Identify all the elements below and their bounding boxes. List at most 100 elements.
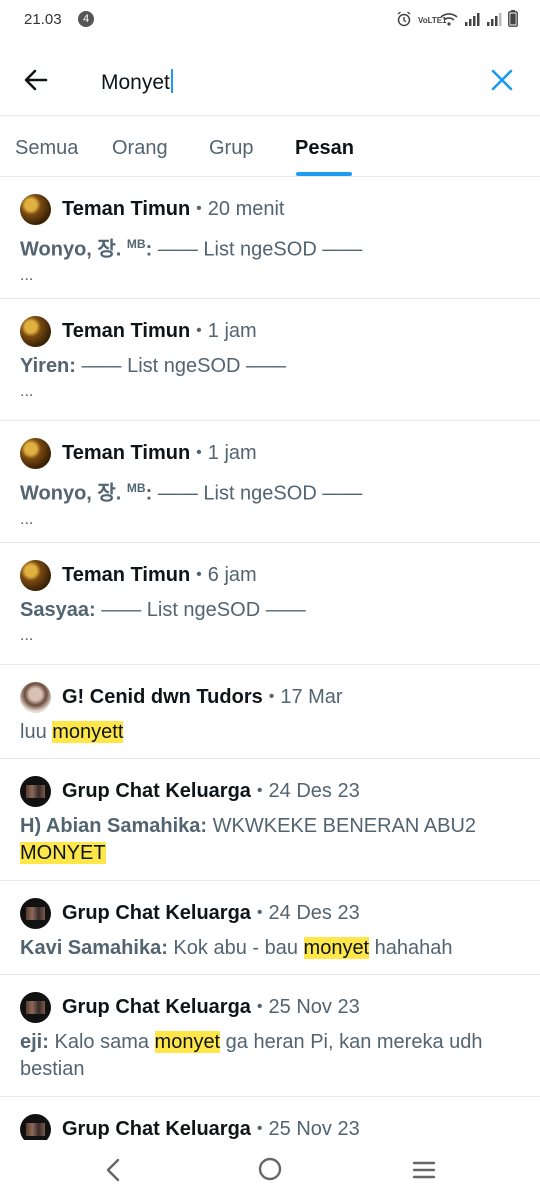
- battery-icon: [508, 10, 518, 32]
- group-avatar: [20, 193, 51, 225]
- sender-name: Kavi Samahika: [20, 937, 162, 959]
- sender-tag: MB: [126, 237, 146, 251]
- search-highlight: MONYET: [20, 842, 106, 864]
- tab-pesan[interactable]: Pesan: [295, 137, 354, 160]
- separator-dot: •: [256, 782, 263, 799]
- separator-dot: •: [256, 904, 263, 921]
- message-result-item[interactable]: G! Cenid dwn Tudors • 17 Mar luu monyett: [0, 665, 540, 759]
- back-button[interactable]: [20, 64, 52, 96]
- sender-name: Yiren: [20, 355, 70, 377]
- group-avatar: [20, 315, 51, 347]
- message-more: ...: [20, 627, 34, 644]
- message-text: WKWKEKE BENERAN ABU2: [207, 815, 477, 837]
- message-time: 20 menit: [207, 197, 285, 220]
- sender-colon: :: [42, 1031, 49, 1053]
- message-result-item[interactable]: Teman Timun • 1 jam Yiren: —— List ngeSO…: [0, 299, 540, 421]
- active-tab-indicator: [296, 172, 352, 176]
- sender-name: Wonyo, 장.: [20, 482, 122, 505]
- sender-colon: :: [88, 599, 96, 621]
- message-time: 24 Des 23: [268, 779, 360, 802]
- group-name: Teman Timun: [62, 441, 191, 464]
- group-avatar: [20, 897, 51, 929]
- message-text: —— List ngeSOD ——: [95, 599, 306, 621]
- group-name: Grup Chat Keluarga: [62, 995, 251, 1018]
- tab-semua[interactable]: Semua: [15, 137, 78, 160]
- clear-search-button[interactable]: [488, 66, 516, 94]
- message-snippet: Kavi Samahika: Kok abu - bau monyet haha…: [20, 935, 520, 962]
- status-time: 21.03: [24, 11, 62, 28]
- message-snippet: eji: Kalo sama monyet ga heran Pi, kan m…: [20, 1029, 520, 1083]
- wifi-icon: [440, 12, 458, 31]
- separator-dot: •: [196, 566, 202, 583]
- sender-colon: :: [161, 937, 168, 959]
- message-result-item[interactable]: Teman Timun • 20 menit Wonyo, 장. MB: —— …: [0, 177, 540, 299]
- separator-dot: •: [196, 444, 202, 461]
- circle-home-icon: [258, 1157, 282, 1181]
- message-text-after: hahahah: [369, 937, 453, 959]
- group-name: Grup Chat Keluarga: [62, 1117, 251, 1140]
- text-caret: [170, 69, 173, 93]
- signal-icon-1: [464, 12, 480, 31]
- separator-dot: •: [196, 322, 202, 339]
- close-icon: [491, 69, 513, 91]
- nav-recents-button[interactable]: [410, 1156, 438, 1184]
- message-result-item[interactable]: Grup Chat Keluarga • 24 Des 23 Kavi Sama…: [0, 881, 540, 975]
- group-name: Grup Chat Keluarga: [62, 779, 251, 802]
- separator-dot: •: [196, 200, 202, 217]
- tab-grup[interactable]: Grup: [209, 137, 253, 160]
- message-more: ...: [20, 266, 34, 284]
- volte-icon: VoLTE1: [418, 16, 447, 25]
- sender-name: Wonyo, 장.: [20, 238, 122, 261]
- search-highlight: monyet: [154, 1031, 221, 1053]
- tab-orang[interactable]: Orang: [112, 137, 168, 160]
- message-time: 25 Nov 23: [268, 995, 360, 1018]
- message-snippet: luu monyett: [20, 719, 520, 746]
- message-text: —— List ngeSOD ——: [75, 355, 287, 377]
- search-input-value: Monyet: [101, 71, 170, 94]
- system-navigation-bar: [0, 1140, 540, 1200]
- group-name: Teman Timun: [62, 197, 191, 220]
- search-highlight: monyet: [303, 937, 370, 959]
- signal-icon-2: [486, 12, 502, 31]
- status-icons: VoLTE1: [396, 10, 518, 32]
- status-bar: 21.03 4 VoLTE1: [0, 0, 540, 40]
- message-snippet: Wonyo, 장. MB: —— List ngeSOD ——: [20, 475, 520, 508]
- message-text: —— List ngeSOD ——: [152, 238, 363, 261]
- notification-count-badge: 4: [78, 11, 94, 27]
- message-result-item[interactable]: Grup Chat Keluarga • 24 Des 23 H) Abian …: [0, 759, 540, 881]
- search-header: Monyet: [0, 40, 540, 116]
- message-snippet: Wonyo, 장. MB: —— List ngeSOD ——: [20, 231, 520, 264]
- group-name: G! Cenid dwn Tudors: [62, 685, 263, 708]
- group-avatar: [20, 775, 51, 807]
- group-avatar: [20, 681, 51, 713]
- message-text: —— List ngeSOD ——: [152, 482, 363, 505]
- search-tabs: Semua Orang Grup Pesan: [0, 117, 540, 177]
- group-avatar: [20, 559, 51, 591]
- sender-name: H) Abian Samahika: [20, 815, 201, 837]
- group-name: Teman Timun: [62, 563, 191, 586]
- message-result-item[interactable]: Teman Timun • 6 jam Sasyaa: —— List ngeS…: [0, 543, 540, 665]
- message-result-item[interactable]: Teman Timun • 1 jam Wonyo, 장. MB: —— Lis…: [0, 421, 540, 543]
- sender-name: Sasyaa: [20, 599, 89, 621]
- message-time: 24 Des 23: [268, 901, 360, 924]
- message-time: 6 jam: [207, 563, 257, 586]
- separator-dot: •: [256, 998, 263, 1015]
- nav-back-button[interactable]: [100, 1156, 128, 1184]
- sender-tag: MB: [126, 481, 146, 495]
- message-snippet: Yiren: —— List ngeSOD ——: [20, 353, 520, 380]
- sender-name: eji: [20, 1031, 43, 1053]
- arrow-left-icon: [24, 69, 48, 91]
- nav-home-button[interactable]: [256, 1155, 284, 1183]
- message-results-list: Teman Timun • 20 menit Wonyo, 장. MB: —— …: [0, 177, 540, 1177]
- message-time: 17 Mar: [280, 685, 343, 708]
- message-text: Kalo sama: [48, 1031, 155, 1053]
- group-name: Teman Timun: [62, 319, 191, 342]
- group-avatar: [20, 437, 51, 469]
- message-more: ...: [20, 510, 34, 528]
- group-avatar: [20, 991, 51, 1023]
- menu-lines-icon: [412, 1161, 436, 1179]
- separator-dot: •: [268, 688, 275, 705]
- search-input[interactable]: Monyet: [101, 69, 173, 95]
- separator-dot: •: [256, 1120, 263, 1137]
- message-result-item[interactable]: Grup Chat Keluarga • 25 Nov 23 eji: Kalo…: [0, 975, 540, 1097]
